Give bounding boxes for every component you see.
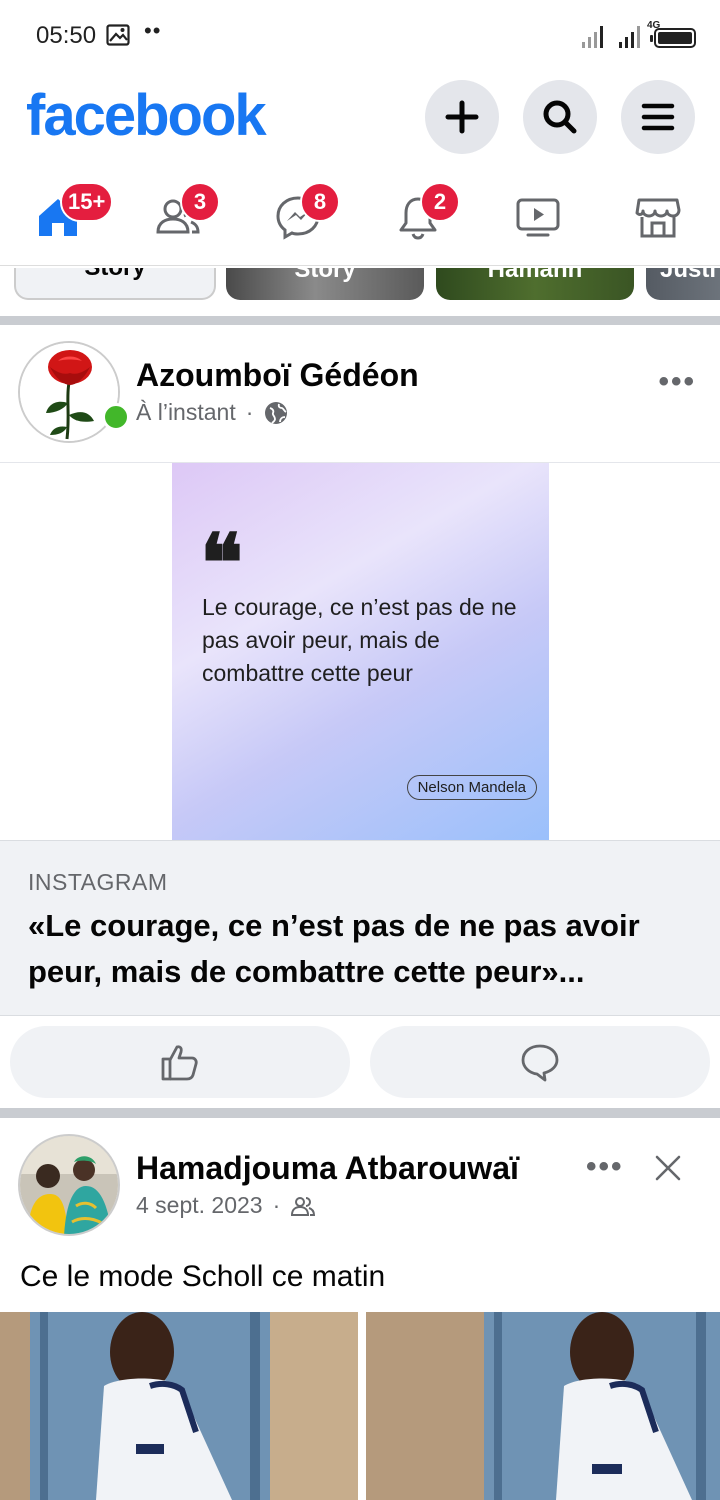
photo-image bbox=[366, 1312, 720, 1500]
post-date[interactable]: 4 sept. 2023 bbox=[136, 1192, 263, 1219]
comment-button[interactable] bbox=[370, 1026, 710, 1098]
author-avatar-image bbox=[20, 1136, 118, 1234]
quote-text: Le courage, ce n’est pas de ne pas avoir… bbox=[202, 594, 517, 686]
search-button[interactable] bbox=[523, 80, 597, 154]
link-preview[interactable]: INSTAGRAM «Le courage, ce n’est pas de n… bbox=[0, 840, 720, 1016]
stories-strip: Story Story Hamann Justi bbox=[0, 268, 720, 316]
more-options-icon[interactable]: ••• bbox=[658, 365, 696, 399]
link-source: INSTAGRAM bbox=[28, 869, 168, 895]
tab-messenger[interactable]: 8 bbox=[258, 182, 340, 252]
plus-icon bbox=[445, 100, 479, 134]
video-icon bbox=[516, 198, 560, 237]
tab-watch[interactable] bbox=[498, 182, 578, 252]
menu-button[interactable] bbox=[621, 80, 695, 154]
home-badge: 15+ bbox=[60, 182, 114, 222]
meta-separator: · bbox=[245, 399, 254, 425]
main-tabs: 15+ 3 8 2 bbox=[0, 172, 720, 266]
post-time[interactable]: À l’instant bbox=[136, 399, 236, 426]
comment-icon bbox=[521, 1044, 559, 1082]
facebook-logo[interactable]: facebook bbox=[26, 82, 267, 149]
create-button[interactable] bbox=[425, 80, 499, 154]
post-header: Hamadjouma Atbarouwaï 4 sept. 2023 · ••• bbox=[0, 1118, 720, 1254]
photo-image bbox=[0, 1312, 358, 1500]
quote-image[interactable]: ❝ Le courage, ce n’est pas de ne pas avo… bbox=[172, 463, 549, 841]
more-options-icon[interactable]: ••• bbox=[586, 1150, 624, 1184]
story-card[interactable]: Justi bbox=[646, 268, 720, 300]
post-author-name[interactable]: Azoumboï Gédéon bbox=[136, 357, 419, 394]
post-meta: 4 sept. 2023 · bbox=[136, 1192, 316, 1219]
story-label: Justi bbox=[660, 268, 717, 283]
story-label: Story bbox=[16, 268, 214, 282]
friends-badge: 3 bbox=[180, 182, 220, 222]
status-bar: 05:50 •• 4G bbox=[0, 0, 720, 72]
signal-icon bbox=[582, 24, 603, 48]
story-label: Story bbox=[294, 268, 356, 283]
friends-audience-icon bbox=[291, 1196, 316, 1216]
store-icon bbox=[635, 198, 681, 238]
app-header: facebook bbox=[0, 72, 720, 164]
gallery-notification-icon bbox=[106, 24, 130, 46]
tab-friends[interactable]: 3 bbox=[138, 182, 220, 252]
like-button[interactable] bbox=[10, 1026, 350, 1098]
feed-separator bbox=[0, 316, 720, 325]
menu-icon bbox=[641, 103, 675, 131]
globe-icon bbox=[265, 401, 288, 424]
story-card[interactable]: Story bbox=[14, 268, 216, 300]
thumbs-up-icon bbox=[161, 1045, 198, 1081]
quote-author: Nelson Mandela bbox=[406, 775, 537, 800]
post-meta: À l’instant · bbox=[136, 399, 289, 426]
close-icon[interactable] bbox=[652, 1152, 684, 1184]
status-dots: •• bbox=[144, 18, 162, 43]
meta-separator: · bbox=[272, 1192, 281, 1218]
author-avatar[interactable] bbox=[18, 1134, 120, 1236]
link-title: «Le courage, ce n’est pas de ne pas avoi… bbox=[28, 908, 640, 989]
post-photo[interactable] bbox=[0, 1312, 358, 1500]
story-card[interactable]: Hamann bbox=[436, 268, 634, 300]
notifications-badge: 2 bbox=[420, 182, 460, 222]
post-text: Ce le mode Scholl ce matin bbox=[20, 1260, 386, 1293]
post-image-area: ❝ Le courage, ce n’est pas de ne pas avo… bbox=[0, 462, 720, 841]
status-icons: 4G bbox=[582, 20, 696, 48]
story-card[interactable]: Story bbox=[226, 268, 424, 300]
battery-icon bbox=[650, 28, 696, 48]
post-photo[interactable] bbox=[366, 1312, 720, 1500]
feed-separator bbox=[0, 1108, 720, 1118]
tab-home[interactable]: 15+ bbox=[18, 182, 114, 252]
messenger-badge: 8 bbox=[300, 182, 340, 222]
status-time: 05:50 bbox=[36, 22, 97, 49]
post-author-name[interactable]: Hamadjouma Atbarouwaï bbox=[136, 1150, 519, 1187]
author-avatar[interactable] bbox=[18, 341, 120, 443]
search-icon bbox=[543, 100, 577, 134]
story-label: Hamann bbox=[487, 268, 583, 283]
tab-notifications[interactable]: 2 bbox=[378, 182, 460, 252]
online-status-indicator bbox=[102, 403, 130, 431]
rose-avatar-image bbox=[20, 343, 118, 441]
tab-marketplace[interactable] bbox=[618, 182, 698, 252]
signal-4g-icon: 4G bbox=[619, 20, 660, 48]
post-header: Azoumboï Gédéon À l’instant · ••• bbox=[0, 325, 720, 461]
